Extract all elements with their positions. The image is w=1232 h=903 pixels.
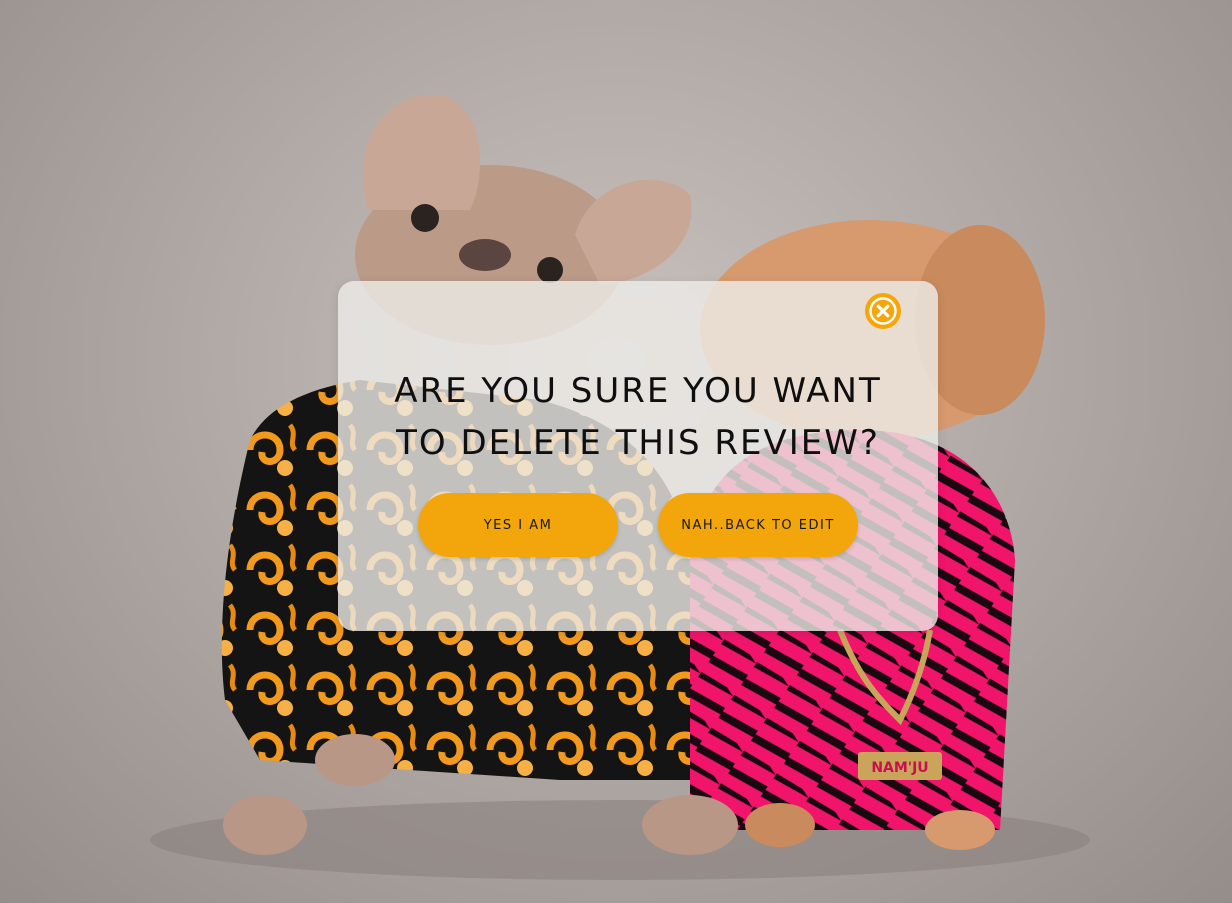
confirm-delete-button[interactable]: YES I AM xyxy=(418,493,618,557)
cancel-back-to-edit-button[interactable]: NAH..BACK TO EDIT xyxy=(658,493,858,557)
jacket-badge-text: NAM'JU xyxy=(871,760,928,776)
dialog-title: ARE YOU SURE YOU WANT TO DELETE THIS REV… xyxy=(394,371,882,463)
close-circle-icon xyxy=(866,294,900,328)
close-button[interactable] xyxy=(865,293,901,329)
delete-review-dialog: ARE YOU SURE YOU WANT TO DELETE THIS REV… xyxy=(338,281,938,631)
